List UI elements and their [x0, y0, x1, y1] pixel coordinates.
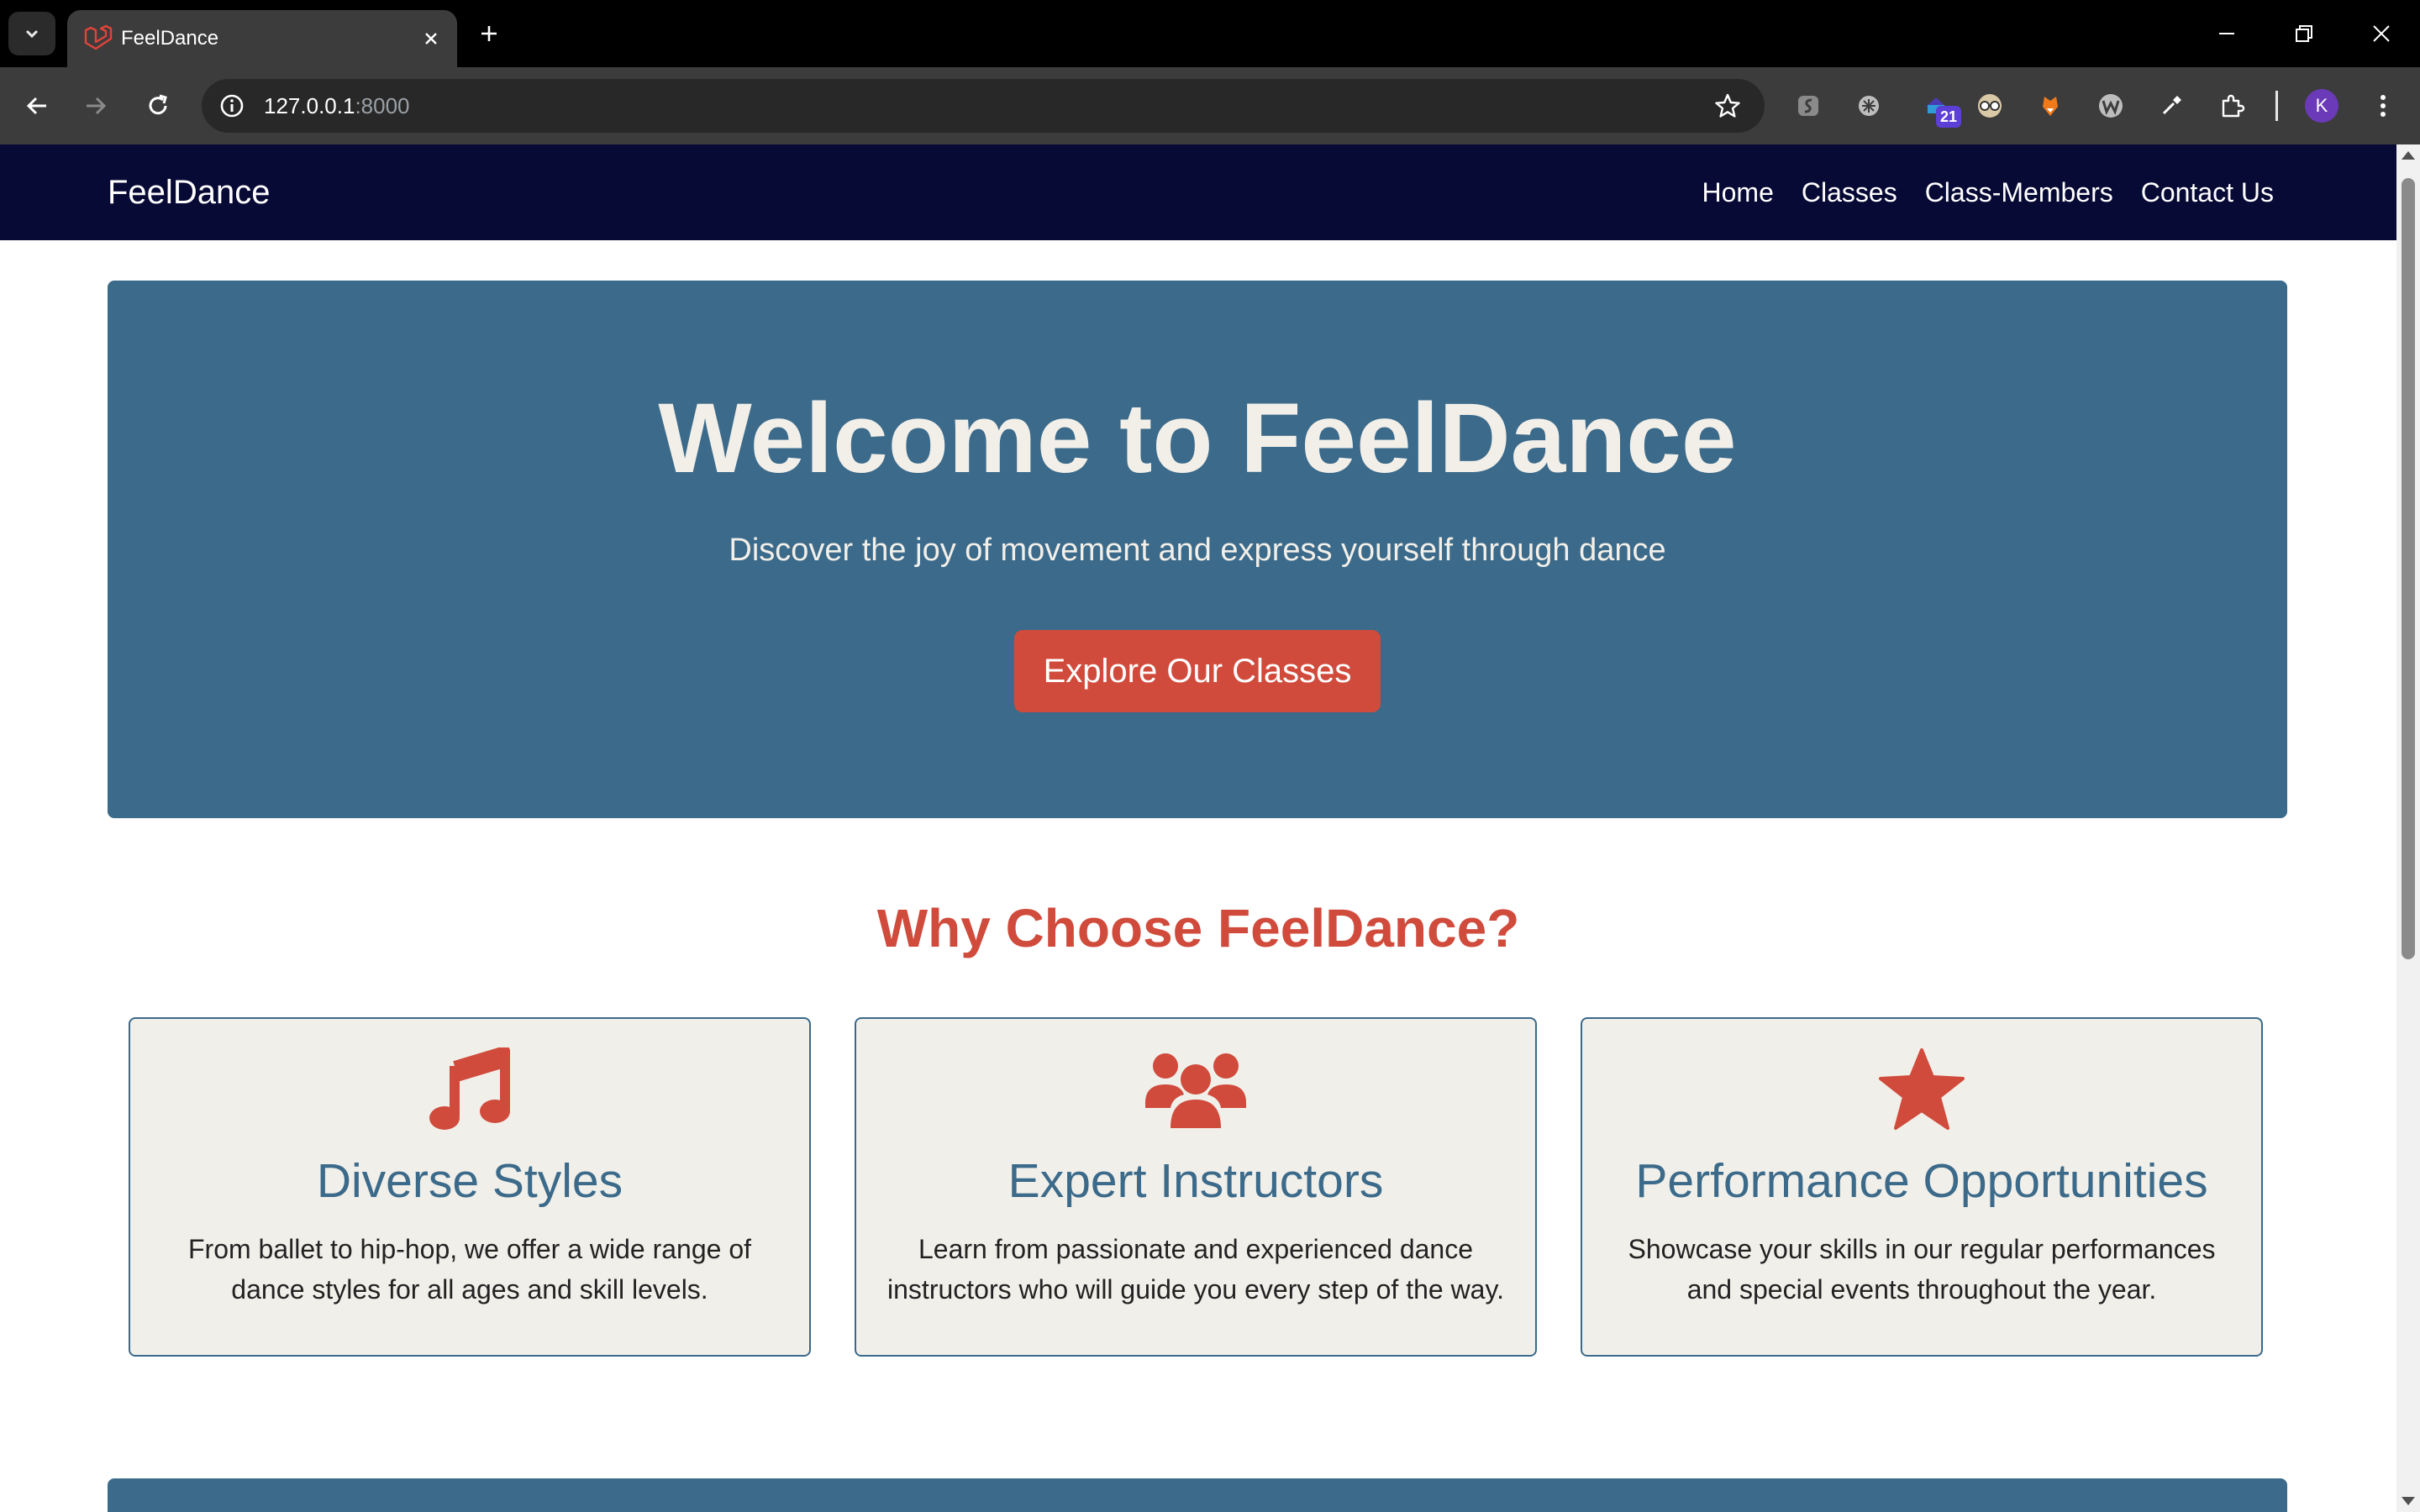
laravel-favicon-icon — [84, 24, 113, 50]
extension-1-button[interactable] — [1788, 86, 1828, 126]
nav-link-classes[interactable]: Classes — [1802, 177, 1897, 208]
browser-menu-button[interactable] — [2363, 86, 2403, 126]
star-icon — [1582, 1042, 2261, 1137]
extensions-menu-button[interactable] — [2212, 86, 2252, 126]
browser-tab-active[interactable]: FeelDance — [67, 10, 457, 67]
profile-avatar[interactable]: K — [2305, 89, 2338, 123]
close-icon — [425, 33, 437, 45]
extension-3-button[interactable]: 21 — [1916, 86, 1961, 128]
toolbar-divider — [2275, 91, 2278, 121]
extension-badge: 21 — [1936, 106, 1961, 128]
back-button[interactable] — [17, 86, 57, 126]
bookmark-button[interactable] — [1707, 86, 1748, 126]
url-text[interactable]: 127.0.0.1:8000 — [264, 79, 410, 133]
feature-title: Diverse Styles — [316, 1154, 623, 1208]
nav-link-contact-us[interactable]: Contact Us — [2141, 177, 2274, 208]
site-brand-link[interactable]: FeelDance — [108, 144, 270, 240]
feature-card-diverse-styles: Diverse Styles From ballet to hip-hop, w… — [129, 1017, 811, 1357]
site-nav-links: Home Classes Class-Members Contact Us — [1702, 144, 2274, 240]
scrollbar-thumb[interactable] — [2402, 178, 2415, 959]
address-bar[interactable]: 127.0.0.1:8000 — [202, 79, 1765, 133]
scroll-up-arrow[interactable] — [2402, 151, 2415, 160]
browser-toolbar: 127.0.0.1:8000 21 K — [0, 67, 2420, 144]
browser-tab-strip: FeelDance — [0, 0, 2420, 67]
tab-title: FeelDance — [121, 27, 219, 50]
eyedropper-button[interactable] — [2151, 86, 2191, 126]
reload-button[interactable] — [138, 86, 178, 126]
extension-2-button[interactable] — [1849, 86, 1889, 126]
hero-title: Welcome to FeelDance — [658, 383, 1737, 494]
site-navbar: FeelDance Home Classes Class-Members Con… — [0, 144, 2396, 240]
music-note-icon — [130, 1042, 809, 1137]
reload-icon — [149, 94, 167, 115]
tab-close-button[interactable] — [417, 24, 445, 53]
users-group-icon — [856, 1042, 1535, 1137]
feature-card-expert-instructors: Expert Instructors Learn from passionate… — [855, 1017, 1537, 1357]
tab-search-button[interactable] — [8, 12, 55, 55]
scroll-down-arrow[interactable] — [2402, 1497, 2415, 1505]
extension-4-button[interactable] — [1970, 86, 2010, 126]
feature-description: From ballet to hip-hop, we offer a wide … — [188, 1234, 751, 1305]
minimize-icon — [2219, 33, 2234, 34]
page-viewport: FeelDance Home Classes Class-Members Con… — [0, 144, 2396, 1512]
feature-title: Expert Instructors — [1007, 1154, 1384, 1208]
stylus-extension-icon — [1798, 96, 1818, 116]
extension-6-button[interactable] — [2091, 86, 2131, 126]
url-port: :8000 — [355, 93, 410, 118]
fox-extension-icon — [2043, 97, 2058, 116]
plus-icon — [481, 26, 497, 41]
site-info-button[interactable] — [212, 86, 252, 126]
explore-classes-button[interactable]: Explore Our Classes — [1014, 630, 1381, 712]
why-choose-heading: Why Choose FeelDance? — [876, 898, 1520, 958]
kebab-menu-icon — [2381, 95, 2386, 117]
page-scrollbar[interactable] — [2396, 144, 2420, 1512]
w-extension-icon — [2099, 94, 2123, 118]
feature-description: Showcase your skills in our regular perf… — [1628, 1234, 2216, 1305]
hero-banner: Welcome to FeelDance Discover the joy of… — [108, 281, 2287, 818]
star-outline-icon — [1715, 93, 1740, 118]
forward-button[interactable] — [76, 86, 116, 126]
chevron-down-icon — [25, 29, 39, 39]
close-icon — [2373, 25, 2390, 42]
glasses-extension-icon — [1978, 94, 2002, 118]
arrow-left-icon — [26, 97, 46, 115]
minimize-button[interactable] — [2188, 0, 2265, 67]
puzzle-icon — [2222, 94, 2245, 118]
new-tab-button[interactable] — [471, 15, 508, 52]
cursor-extension-icon — [1859, 96, 1879, 116]
hero-subtitle: Discover the joy of movement and express… — [729, 533, 1666, 568]
arrow-right-icon — [87, 97, 107, 115]
extension-5-button[interactable] — [2030, 86, 2070, 126]
info-icon — [220, 94, 244, 118]
url-host: 127.0.0.1 — [264, 93, 355, 118]
next-section-banner — [108, 1478, 2287, 1512]
feature-description: Learn from passionate and experienced da… — [887, 1234, 1504, 1305]
nav-link-home[interactable]: Home — [1702, 177, 1774, 208]
eyedropper-icon — [2162, 96, 2181, 115]
feature-card-performance-opportunities: Performance Opportunities Showcase your … — [1581, 1017, 2263, 1357]
restore-icon — [2296, 25, 2312, 42]
restore-button[interactable] — [2265, 0, 2343, 67]
nav-link-class-members[interactable]: Class-Members — [1925, 177, 2113, 208]
feature-title: Performance Opportunities — [1635, 1154, 2208, 1208]
window-close-button[interactable] — [2343, 0, 2420, 67]
